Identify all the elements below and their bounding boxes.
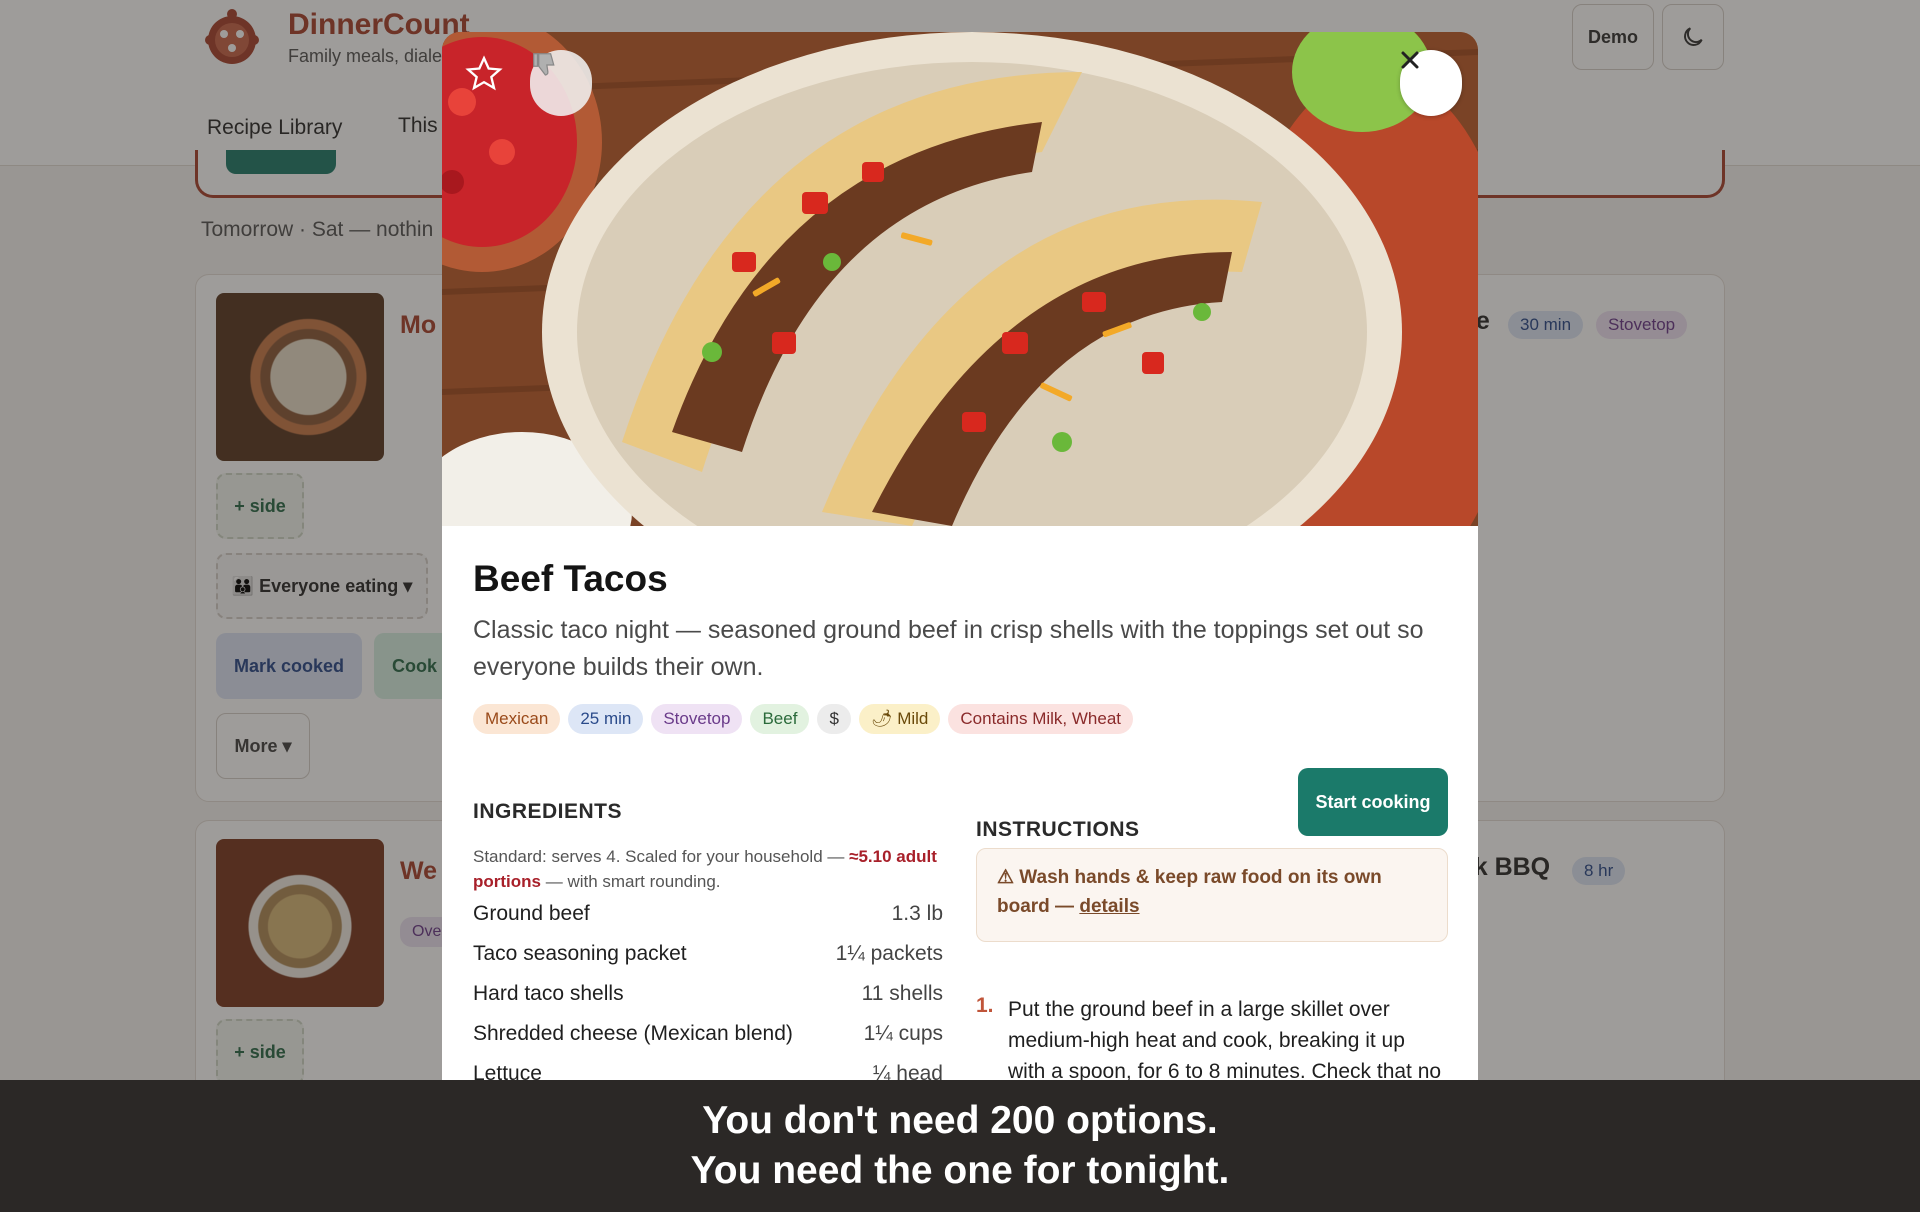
recipe-tag: Contains Milk, Wheat [948,704,1134,734]
ingredient-quantity: 1¼ packets [835,942,943,965]
scaling-note-suffix: — with smart rounding. [541,872,721,891]
ingredient-quantity: 11 shells [861,982,943,1005]
close-button[interactable] [1400,50,1462,116]
ingredient-row: Lettuce ¼ head [473,1062,943,1082]
ingredient-quantity: 1¼ cups [863,1022,943,1045]
ingredient-row: Shredded cheese (Mexican blend) 1¼ cups [473,1022,943,1062]
caption-line-2: You need the one for tonight. [690,1149,1230,1192]
recipe-description: Classic taco night — seasoned ground bee… [473,616,1424,681]
ingredient-quantity: ¼ head [872,1062,943,1082]
star-icon [465,55,503,91]
ingredient-name: Ground beef [473,902,590,925]
recipe-tag: Stovetop [651,704,743,734]
ingredient-row: Taco seasoning packet 1¼ packets [473,942,943,982]
ingredient-row: Hard taco shells 11 shells [473,982,943,1022]
ingredients-heading: INGREDIENTS [473,800,623,823]
ingredient-name: Lettuce [473,1062,542,1082]
safety-details-link[interactable]: details [1079,896,1139,917]
thumbs-down-icon [533,53,555,76]
recipe-tag: 🌶 Mild [858,704,941,734]
start-cooking-button[interactable]: Start cooking [1298,768,1448,836]
recipe-tag: Beef [750,704,810,734]
recipe-tag: 25 min [568,704,644,734]
recipe-title: Beef Tacos [473,558,668,599]
ingredient-row: Ground beef 1.3 lb [473,902,943,942]
ingredient-quantity: 1.3 lb [891,902,943,925]
instruction-step: 1. Put the ground beef in a large skillet… [976,994,1448,1082]
caption-bar: You don't need 200 options. You need the… [0,1080,1920,1212]
ingredients-list: Ground beef 1.3 lb Taco seasoning packet 1¼… [473,902,943,1082]
ingredient-name: Shredded cheese (Mexican blend) [473,1022,793,1045]
recipe-tags: Mexican 25 min Stovetop Beef $ 🌶 Mild Contains… [473,704,1134,734]
favorite-button[interactable] [464,54,526,116]
safety-text: ⚠ Wash hands & keep raw food on its own … [997,867,1382,917]
tacos-illustration [442,32,1478,526]
scaling-note-prefix: Standard: serves 4. Scaled for your hous… [473,847,850,866]
food-safety-notice: ⚠ Wash hands & keep raw food on its own … [976,848,1448,942]
step-text: Put the ground beef in a large skillet o… [1008,998,1442,1082]
recipe-photo [442,32,1478,526]
scaling-note: Standard: serves 4. Scaled for your hous… [473,844,943,894]
instructions-heading: INSTRUCTIONS [976,818,1140,841]
close-icon [1401,51,1419,69]
recipe-tag: $ [817,704,851,734]
step-number: 1. [976,994,994,1017]
recipe-tag: Mexican [473,704,561,734]
ingredient-name: Hard taco shells [473,982,624,1005]
recipe-modal: Beef Tacos Classic taco night — seasoned… [442,32,1478,1082]
dislike-button[interactable] [530,50,592,116]
ingredient-name: Taco seasoning packet [473,942,687,965]
caption-line-1: You don't need 200 options. [702,1099,1218,1142]
